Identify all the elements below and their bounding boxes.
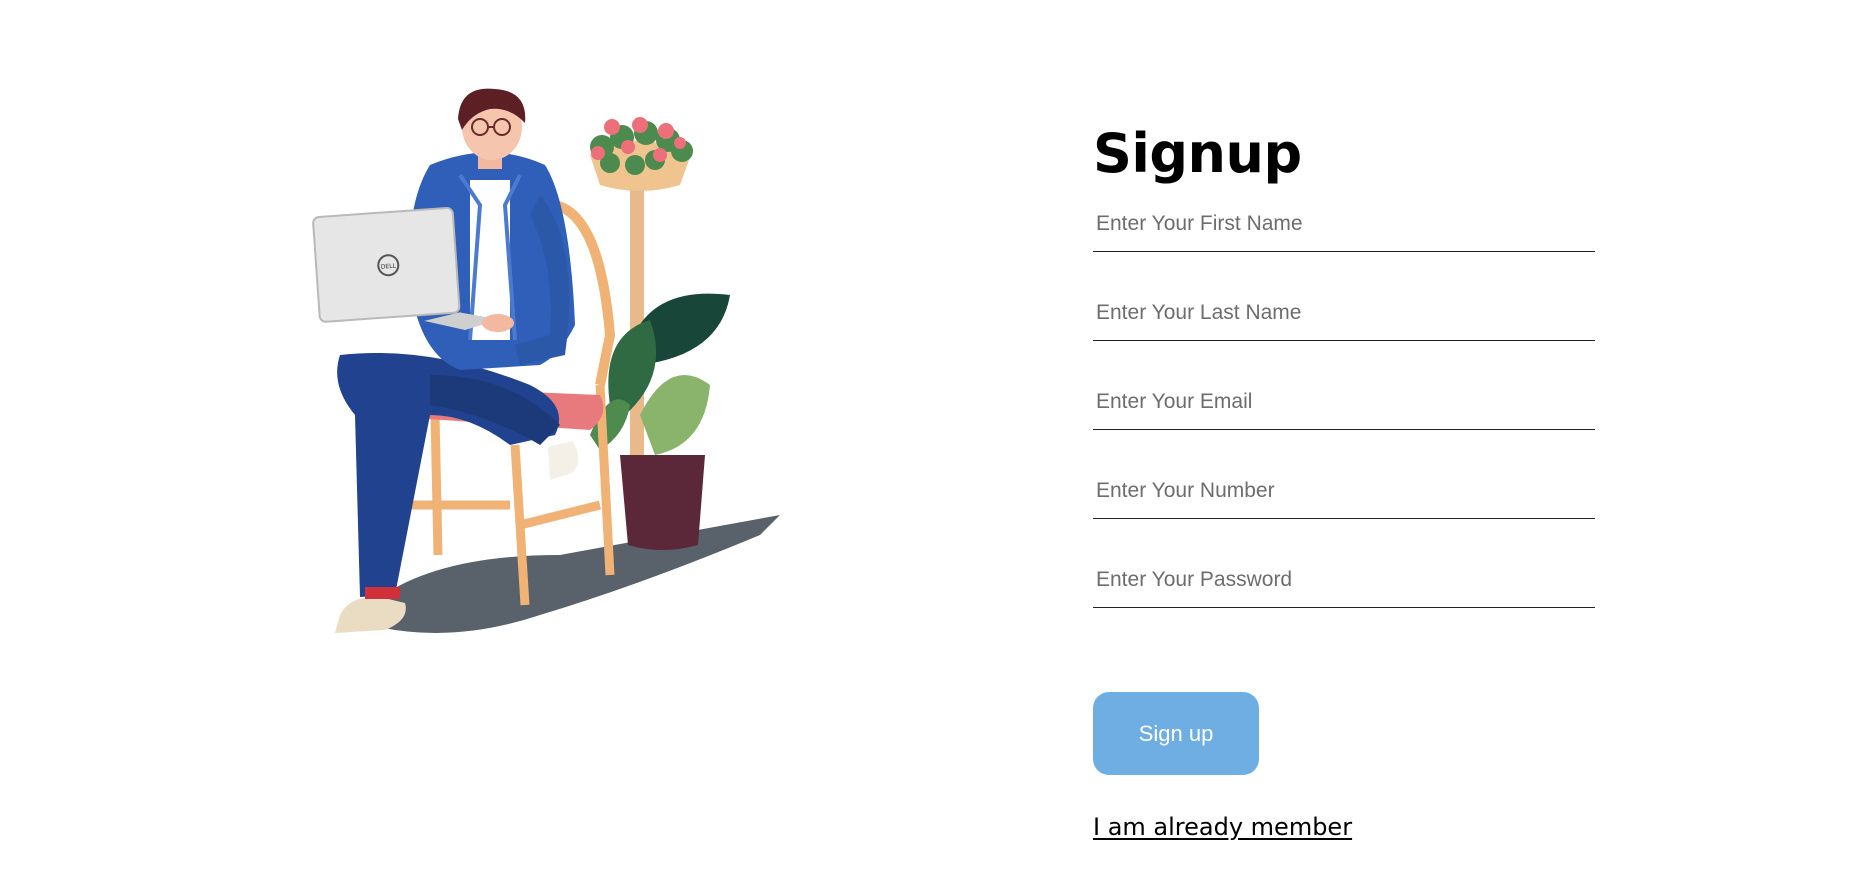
- password-input[interactable]: [1093, 552, 1595, 608]
- svg-text:DELL: DELL: [381, 263, 397, 271]
- last-name-input[interactable]: [1093, 285, 1595, 341]
- page-title: Signup: [1093, 122, 1302, 185]
- signup-form: Signup: [1093, 118, 1599, 641]
- already-member-link[interactable]: I am already member: [1093, 813, 1352, 841]
- password-field: [1093, 552, 1595, 641]
- man-with-laptop-illustration: DELL: [310, 85, 790, 665]
- form-fields: [1093, 196, 1599, 641]
- last-name-field: [1093, 285, 1595, 374]
- first-name-input[interactable]: [1093, 196, 1595, 252]
- first-name-field: [1093, 196, 1595, 285]
- email-field: [1093, 374, 1595, 463]
- signup-button[interactable]: Sign up: [1093, 692, 1259, 775]
- signup-page: DELL Signup Sign up: [0, 0, 1857, 875]
- email-input[interactable]: [1093, 374, 1595, 430]
- number-field: [1093, 463, 1595, 552]
- number-input[interactable]: [1093, 463, 1595, 519]
